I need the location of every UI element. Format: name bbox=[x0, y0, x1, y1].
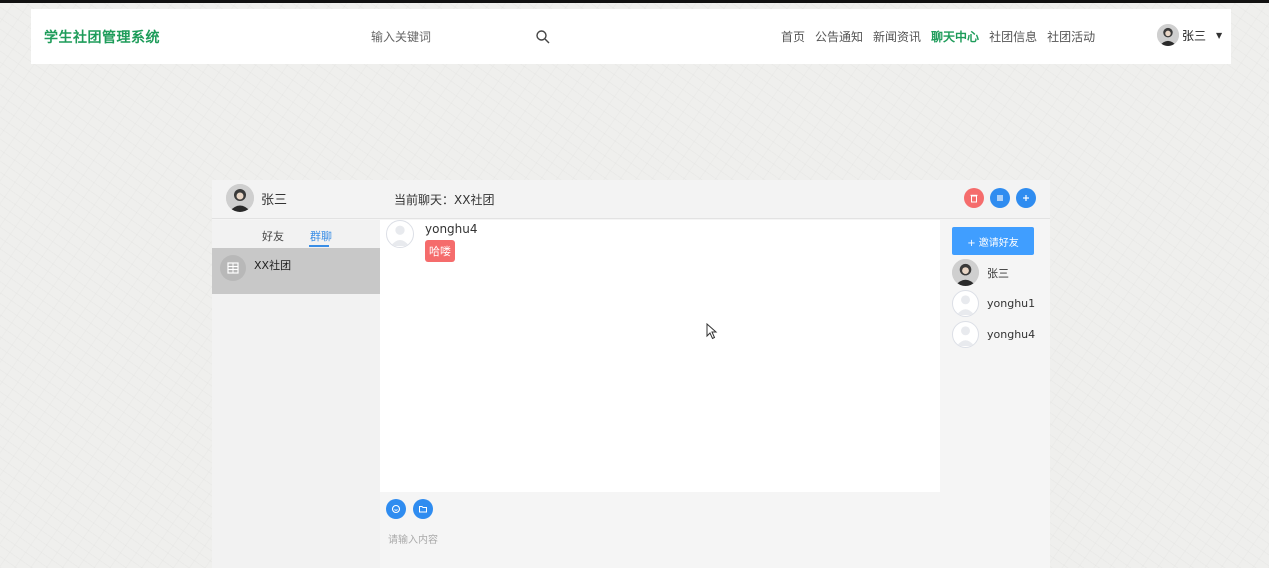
nav-notices[interactable]: 公告通知 bbox=[815, 28, 863, 45]
my-avatar bbox=[226, 184, 254, 212]
member-item[interactable]: 张三 bbox=[952, 259, 1009, 286]
member-avatar bbox=[952, 259, 979, 286]
member-item[interactable]: yonghu4 bbox=[952, 321, 1035, 348]
my-profile: 张三 bbox=[226, 184, 287, 212]
conversation-list: 好友 群聊 XX社团 bbox=[212, 220, 380, 568]
trash-icon bbox=[970, 194, 978, 203]
tab-indicator bbox=[309, 245, 329, 247]
site-logo[interactable]: 学生社团管理系统 bbox=[44, 27, 160, 47]
top-border bbox=[0, 0, 1269, 3]
add-button[interactable] bbox=[1016, 188, 1036, 208]
chat-actions bbox=[964, 188, 1036, 208]
search-input[interactable] bbox=[371, 26, 531, 48]
message-sender: yonghu4 bbox=[425, 222, 478, 236]
user-avatar bbox=[1157, 24, 1179, 46]
input-toolbar bbox=[386, 499, 433, 519]
user-menu[interactable]: 张三 ▼ bbox=[1157, 24, 1222, 46]
invite-friend-button[interactable]: + 邀请好友 bbox=[952, 227, 1034, 255]
message-bubble: 哈喽 bbox=[425, 240, 455, 262]
menu-button[interactable] bbox=[990, 188, 1010, 208]
search-icon[interactable] bbox=[535, 29, 551, 45]
member-item[interactable]: yonghu1 bbox=[952, 290, 1035, 317]
search-box bbox=[371, 26, 551, 48]
member-panel: + 邀请好友 张三 yonghu1 yonghu4 bbox=[940, 220, 1050, 568]
nav-news[interactable]: 新闻资讯 bbox=[873, 28, 921, 45]
tab-friends[interactable]: 好友 bbox=[262, 228, 284, 244]
group-icon bbox=[220, 255, 246, 281]
member-name: yonghu1 bbox=[987, 297, 1036, 310]
nav-chat-center[interactable]: 聊天中心 bbox=[931, 28, 979, 45]
message-area: yonghu4 哈喽 bbox=[380, 220, 940, 492]
group-name: XX社团 bbox=[254, 259, 292, 272]
chat-tabs: 好友 群聊 bbox=[212, 220, 380, 248]
emoji-icon bbox=[391, 504, 401, 514]
member-name: 张三 bbox=[987, 266, 1009, 280]
menu-icon bbox=[997, 195, 1003, 201]
group-list-item[interactable]: XX社团 bbox=[212, 248, 380, 294]
member-avatar bbox=[952, 290, 979, 317]
member-name: yonghu4 bbox=[987, 328, 1036, 341]
my-name: 张三 bbox=[261, 192, 288, 208]
nav-club-info[interactable]: 社团信息 bbox=[989, 28, 1037, 45]
message-input[interactable] bbox=[388, 530, 928, 550]
tab-groups[interactable]: 群聊 bbox=[310, 228, 332, 244]
user-name: 张三 bbox=[1182, 28, 1207, 43]
main-nav: 首页 公告通知 新闻资讯 聊天中心 社团信息 社团活动 bbox=[781, 28, 1105, 45]
delete-chat-button[interactable] bbox=[964, 188, 984, 208]
plus-icon bbox=[1023, 195, 1029, 201]
sender-avatar bbox=[386, 220, 414, 248]
mouse-cursor-icon bbox=[706, 322, 718, 343]
top-header: 学生社团管理系统 首页 公告通知 新闻资讯 聊天中心 社团信息 社团活动 张三 … bbox=[31, 9, 1231, 64]
emoji-button[interactable] bbox=[386, 499, 406, 519]
nav-home[interactable]: 首页 bbox=[781, 28, 805, 45]
caret-down-icon: ▼ bbox=[1216, 30, 1223, 40]
member-avatar bbox=[952, 321, 979, 348]
file-button[interactable] bbox=[413, 499, 433, 519]
folder-icon bbox=[419, 506, 427, 513]
current-chat-label: 当前聊天：XX社团 bbox=[394, 193, 495, 207]
chat-panel: 张三 当前聊天：XX社团 好友 群聊 XX社团 yonghu4 哈喽 请输入内容… bbox=[212, 180, 1050, 568]
nav-club-activities[interactable]: 社团活动 bbox=[1047, 28, 1095, 45]
chat-topbar: 张三 当前聊天：XX社团 bbox=[212, 180, 1050, 219]
